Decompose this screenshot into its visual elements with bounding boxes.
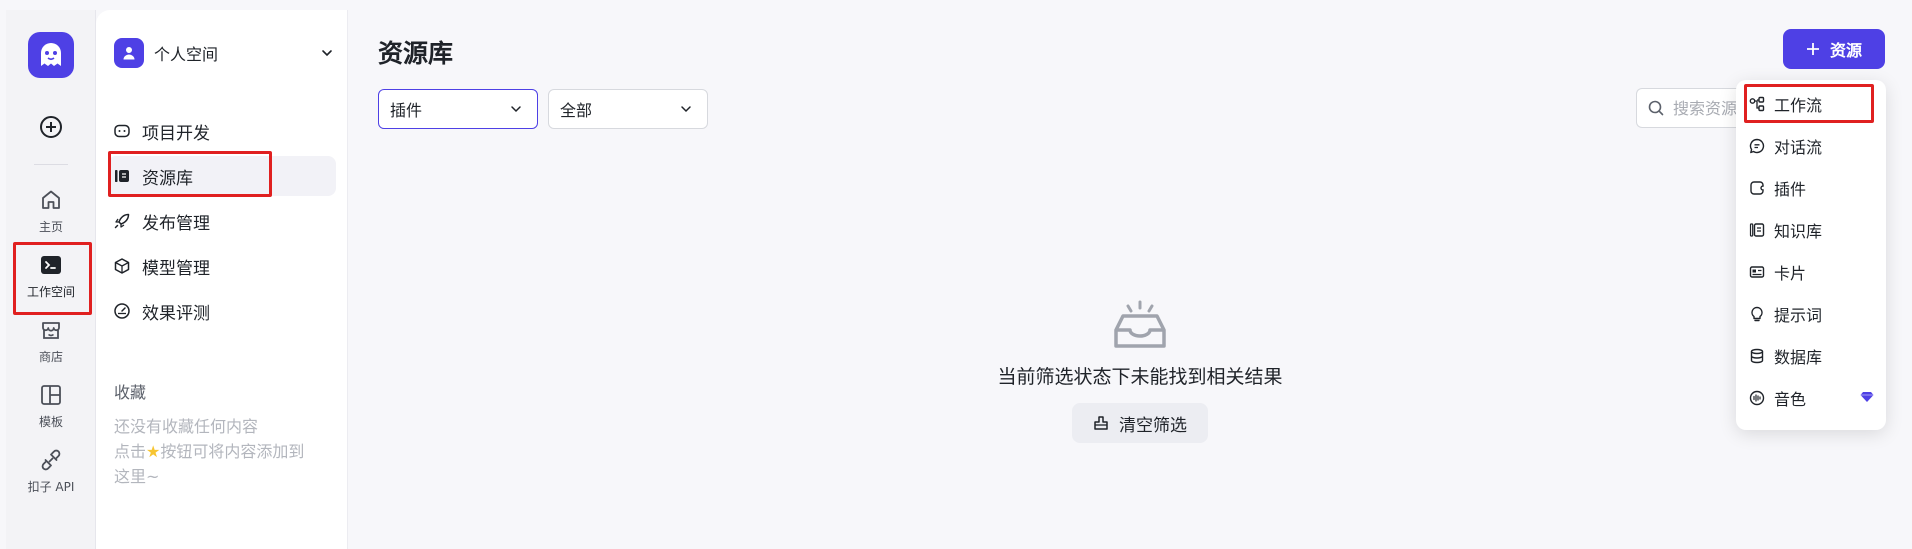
create-new-button[interactable] — [36, 112, 66, 142]
favorites-empty-line: 还没有收藏任何内容 — [114, 417, 259, 436]
rocket-icon — [114, 213, 130, 229]
menu-item-card[interactable]: 卡片 — [1736, 254, 1886, 290]
type-filter-value: 插件 — [390, 101, 423, 120]
sidebar-item-evaluation[interactable]: 效果评测 — [108, 291, 336, 331]
robot-icon — [114, 124, 130, 138]
clear-filters-button[interactable]: 清空筛选 — [1072, 403, 1208, 443]
rail-item-home[interactable]: 主页 — [10, 181, 92, 241]
menu-item-label: 数据库 — [1774, 348, 1823, 367]
space-name: 个人空间 — [154, 45, 219, 64]
library-icon — [115, 170, 129, 182]
left-rail: 主页 工作空间 商店 模板 扣子 API — [6, 10, 96, 549]
api-icon — [41, 449, 61, 470]
broom-icon — [1094, 416, 1108, 430]
plus-icon — [1806, 43, 1819, 55]
chevron-down-icon — [511, 106, 521, 113]
premium-diamond-icon — [1860, 392, 1874, 402]
workspace-sidebar: 个人空间 项目开发 资源库 发布管理 模型管理 效果评测 收藏 还没有收藏任何内… — [96, 10, 348, 549]
favorites-empty-pre: 点击 — [114, 442, 147, 461]
ghost-logo-icon — [41, 43, 61, 66]
menu-item-knowledge[interactable]: 知识库 — [1736, 212, 1886, 248]
sidebar-item-projects[interactable]: 项目开发 — [108, 111, 336, 151]
sidebar-item-label: 模型管理 — [142, 258, 210, 279]
favorites-empty-line: 点击★按钮可将内容添加到 — [114, 439, 304, 464]
rail-item-label: 主页 — [38, 219, 63, 234]
menu-item-label: 卡片 — [1774, 264, 1807, 283]
user-icon — [123, 47, 135, 60]
sidebar-item-publish[interactable]: 发布管理 — [108, 201, 336, 241]
rail-item-store[interactable]: 商店 — [10, 311, 92, 371]
add-resource-menu: 工作流 对话流 插件 知识库 卡片 提示词 数据库 音色 — [1736, 80, 1886, 430]
add-resource-button[interactable]: 资源 — [1783, 29, 1885, 69]
chatflow-icon — [1749, 138, 1765, 154]
sidebar-item-label: 资源库 — [142, 168, 193, 189]
rail-item-label: 扣子 API — [27, 479, 75, 494]
plus-circle-icon — [40, 116, 62, 138]
menu-item-label: 工作流 — [1774, 96, 1823, 115]
rail-item-label: 商店 — [38, 349, 63, 364]
clear-filters-label: 清空筛选 — [1119, 415, 1187, 436]
workflow-icon — [1749, 96, 1765, 112]
scope-filter-value: 全部 — [560, 101, 593, 120]
menu-item-database[interactable]: 数据库 — [1736, 338, 1886, 374]
rail-item-workspace[interactable]: 工作空间 — [10, 246, 92, 306]
menu-item-plugin[interactable]: 插件 — [1736, 170, 1886, 206]
menu-item-voice[interactable]: 音色 — [1736, 380, 1886, 416]
page-title: 资源库 — [378, 39, 454, 68]
store-icon — [42, 321, 60, 339]
knowledge-icon — [1749, 223, 1765, 237]
rail-item-label: 模板 — [38, 414, 63, 429]
favorites-empty-text: 还没有收藏任何内容 点击★按钮可将内容添加到 这里~ — [114, 414, 304, 489]
home-icon — [42, 190, 60, 209]
favorites-empty-line: 这里~ — [114, 467, 160, 486]
menu-item-label: 提示词 — [1774, 306, 1823, 325]
menu-item-label: 音色 — [1774, 390, 1807, 409]
app-logo[interactable] — [28, 32, 74, 78]
sidebar-item-library[interactable]: 资源库 — [108, 156, 336, 196]
space-avatar — [114, 38, 144, 68]
sidebar-item-label: 项目开发 — [142, 123, 210, 144]
search-icon — [1648, 100, 1664, 116]
favorites-empty-post: 按钮可将内容添加到 — [160, 442, 305, 461]
menu-item-workflow[interactable]: 工作流 — [1736, 86, 1886, 122]
menu-item-label: 对话流 — [1774, 138, 1823, 157]
type-filter-select[interactable]: 插件 — [378, 89, 538, 129]
star-icon: ★ — [146, 442, 161, 461]
sidebar-item-models[interactable]: 模型管理 — [108, 246, 336, 286]
menu-item-prompt[interactable]: 提示词 — [1736, 296, 1886, 332]
sidebar-item-label: 发布管理 — [142, 213, 210, 234]
favorites-title: 收藏 — [114, 383, 147, 402]
chevron-down-icon — [681, 106, 691, 113]
space-switcher[interactable]: 个人空间 — [114, 36, 334, 70]
card-icon — [1749, 266, 1765, 278]
plugin-icon — [1750, 181, 1764, 195]
empty-inbox-icon — [1114, 300, 1166, 348]
template-icon — [41, 384, 61, 405]
voice-icon — [1749, 390, 1765, 406]
chevron-down-icon — [322, 50, 332, 57]
gauge-icon — [114, 303, 130, 319]
database-icon — [1750, 348, 1764, 364]
rail-divider — [34, 164, 68, 165]
rail-item-templates[interactable]: 模板 — [10, 376, 92, 436]
rail-item-api[interactable]: 扣子 API — [10, 441, 92, 501]
terminal-icon — [41, 255, 61, 274]
scope-filter-select[interactable]: 全部 — [548, 89, 708, 129]
empty-message: 当前筛选状态下未能找到相关结果 — [997, 366, 1283, 388]
menu-item-label: 知识库 — [1774, 222, 1823, 241]
empty-state: 当前筛选状态下未能找到相关结果 清空筛选 — [950, 300, 1330, 443]
add-resource-label: 资源 — [1829, 41, 1862, 60]
model-icon — [114, 258, 130, 274]
rail-item-label: 工作空间 — [26, 284, 75, 299]
menu-item-label: 插件 — [1774, 180, 1807, 199]
prompt-icon — [1751, 306, 1763, 322]
sidebar-item-label: 效果评测 — [142, 303, 210, 324]
menu-item-chatflow[interactable]: 对话流 — [1736, 128, 1886, 164]
